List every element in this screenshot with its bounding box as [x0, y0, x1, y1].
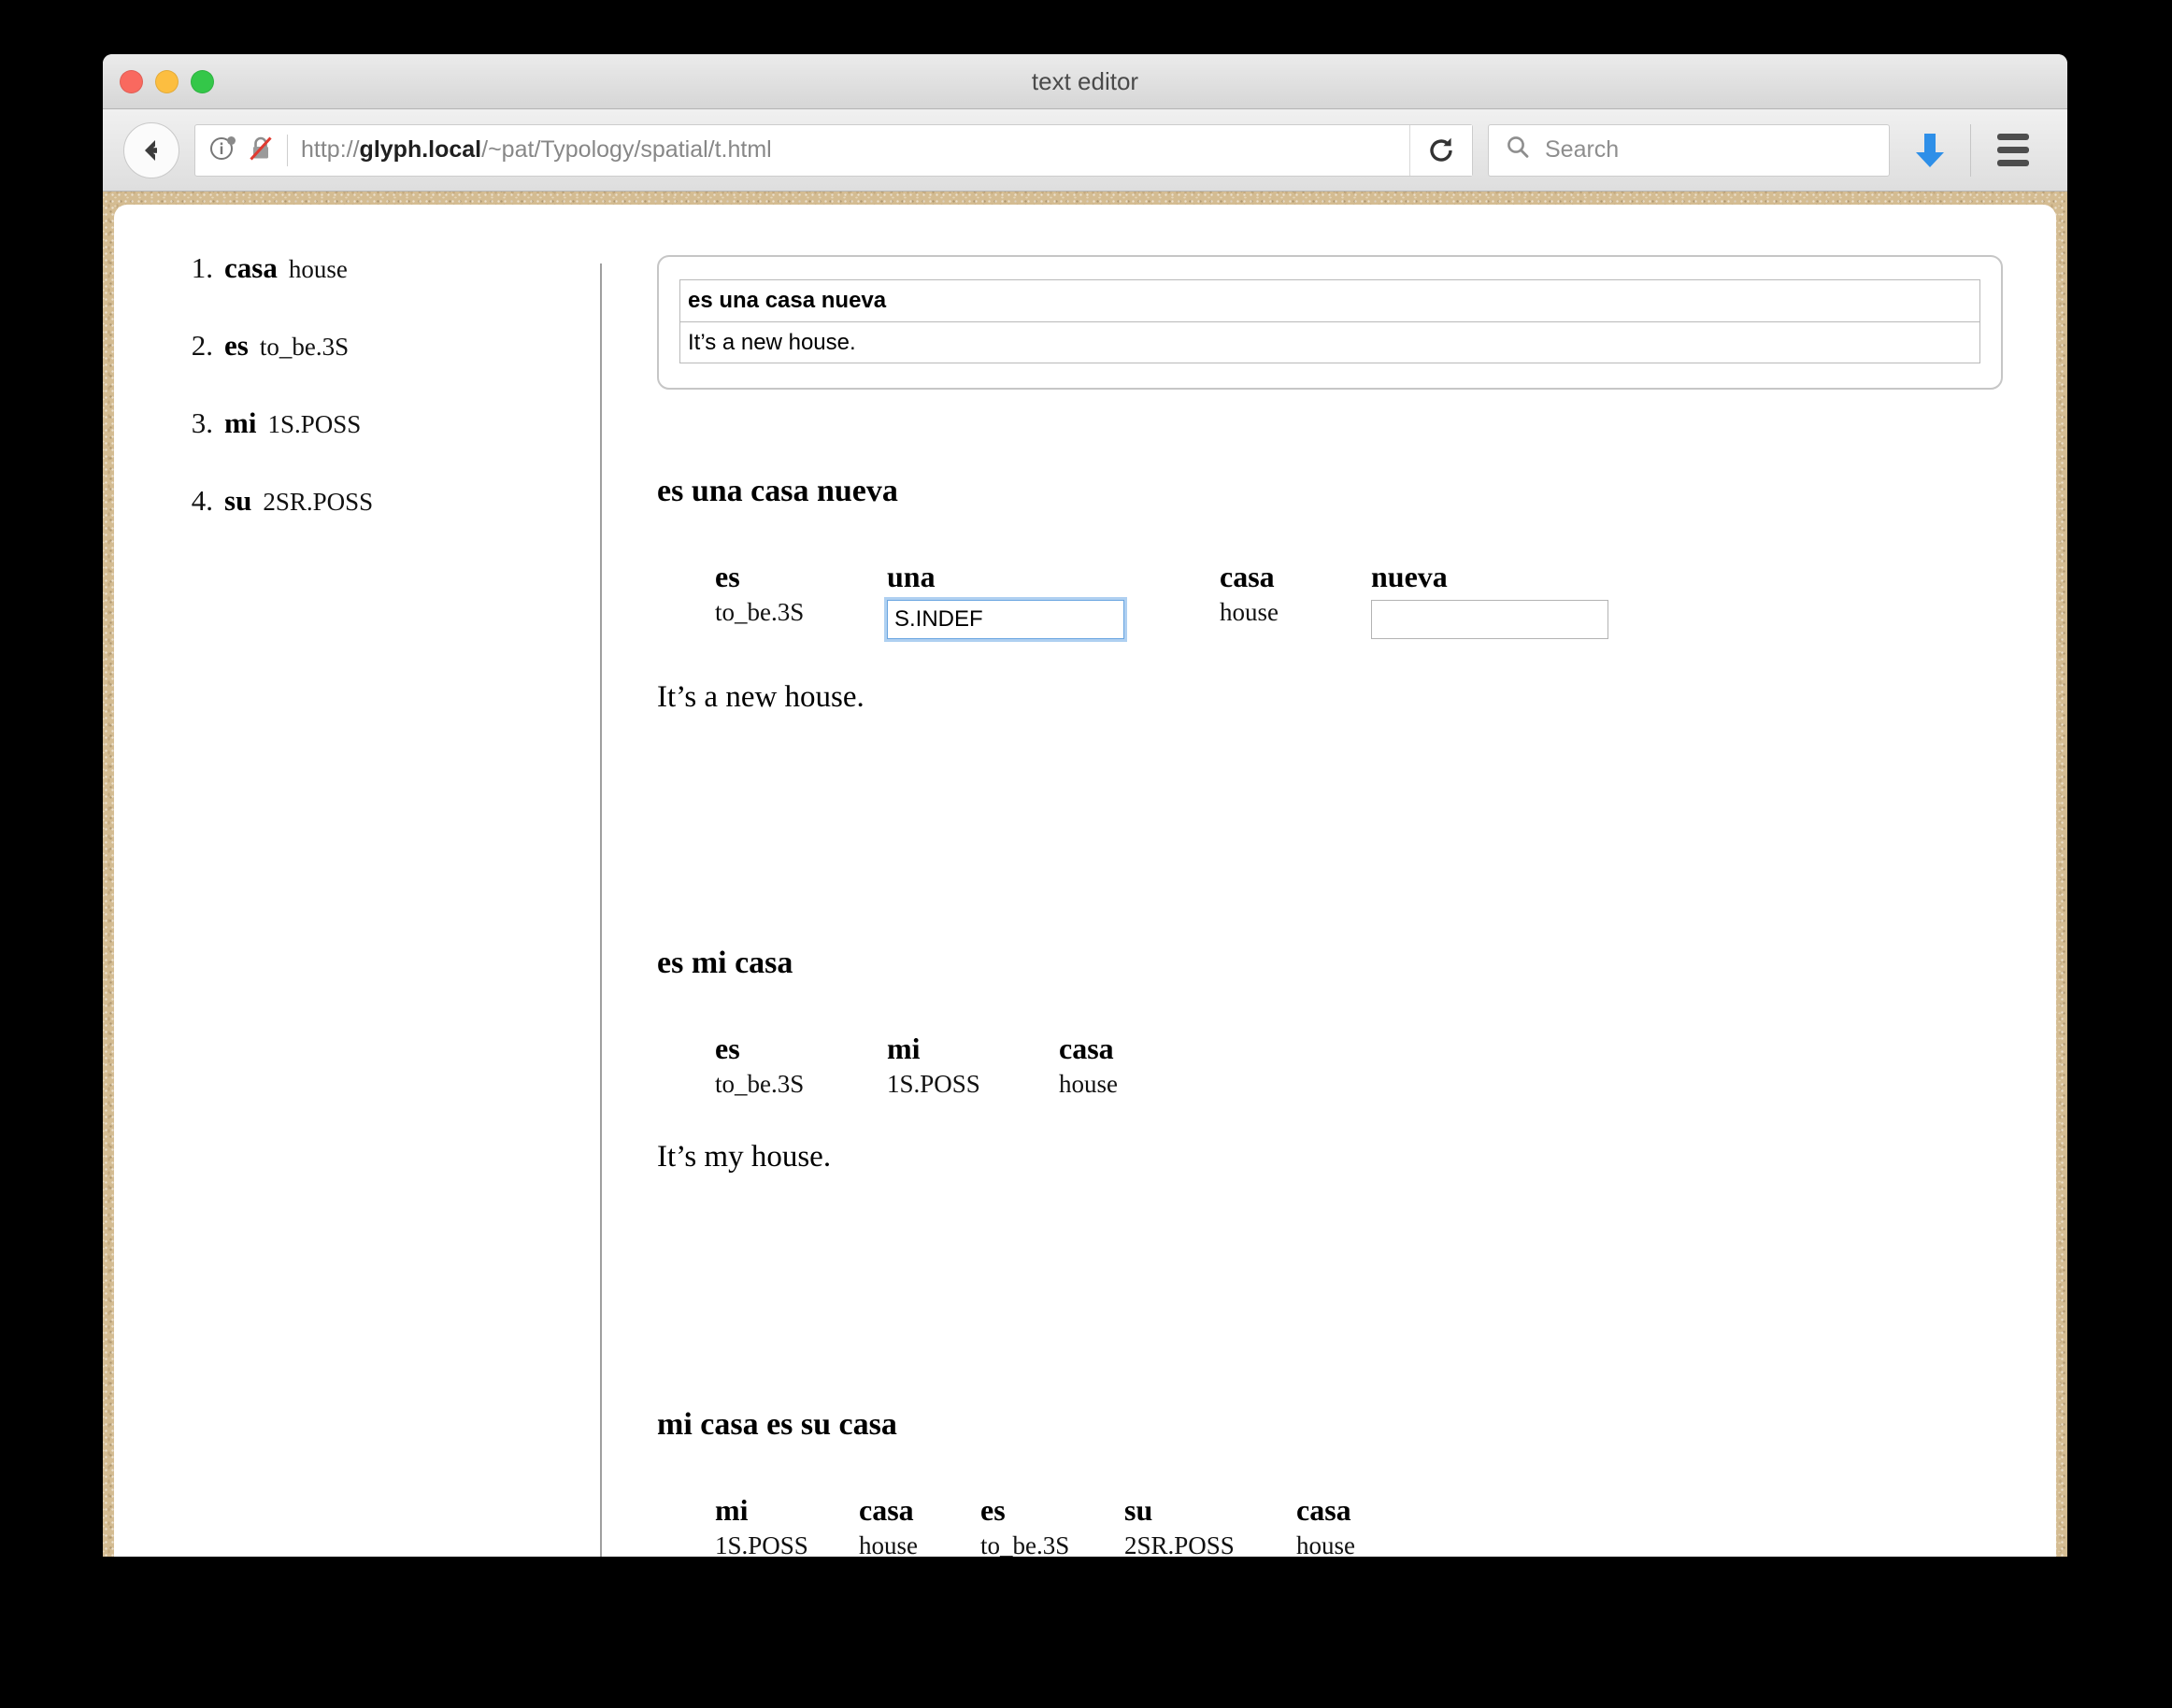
browser-window: text editor http://glyph.local/~pat/Typo…: [103, 54, 2067, 1557]
window-title: text editor: [1031, 67, 1139, 95]
gloss-word: casa: [859, 1493, 914, 1527]
gloss-cell: es to_be.3S: [980, 1493, 1093, 1557]
search-input[interactable]: Search: [1545, 136, 1619, 164]
gloss-tag: 1S.POSS: [887, 1069, 980, 1098]
example-block: es mi casa es to_be.3S mi 1S.POSS casa h…: [657, 946, 2003, 1174]
gloss-tag: to_be.3S: [980, 1530, 1070, 1557]
gloss-word: una: [887, 560, 936, 593]
url-path: /~pat/Typology/spatial/t.html: [481, 136, 772, 163]
gloss-tag: house: [859, 1530, 918, 1557]
url-text[interactable]: http://glyph.local/~pat/Typology/spatial…: [301, 136, 1409, 164]
lexicon-item-form: mi: [224, 406, 257, 439]
back-button[interactable]: [123, 121, 179, 178]
download-arrow-icon[interactable]: [1890, 130, 1970, 171]
lexicon-item-gloss: 2SR.POSS: [263, 488, 374, 516]
lexicon-item-gloss: house: [288, 255, 348, 283]
column-divider: [600, 263, 602, 1557]
broken-lock-icon[interactable]: [246, 133, 276, 167]
gloss-word: casa: [1296, 1493, 1351, 1527]
address-bar-separator: [287, 134, 288, 166]
gloss-cell: una: [887, 560, 1188, 639]
editor-source-input[interactable]: [679, 279, 1980, 321]
lexicon-item-gloss: to_be.3S: [259, 333, 350, 361]
gloss-cell: casa house: [1296, 1493, 1386, 1557]
document-sheet: 1. casa house 2. es to_be.3S 3. mi 1S.PO…: [114, 205, 2056, 1557]
gloss-tag: to_be.3S: [715, 597, 805, 626]
gloss-tag: to_be.3S: [715, 1069, 805, 1098]
hamburger-menu-icon[interactable]: [1971, 134, 2055, 166]
list-item[interactable]: 4. su 2SR.POSS: [163, 484, 574, 518]
gloss-cell: es to_be.3S: [715, 1032, 855, 1099]
gloss-cell: casa house: [1220, 560, 1309, 627]
gloss-cell: casa house: [859, 1493, 949, 1557]
gloss-cell: nueva: [1371, 560, 1608, 639]
editor-translation-input[interactable]: [679, 321, 1980, 363]
gloss-tag: 1S.POSS: [715, 1530, 808, 1557]
lexicon-item-number: 1.: [191, 251, 213, 284]
lexicon-item-number: 2.: [191, 329, 213, 362]
list-item[interactable]: 1. casa house: [163, 251, 574, 285]
lexicon-item-form: es: [224, 329, 249, 362]
hamburger-line: [1997, 134, 2029, 140]
window-titlebar: text editor: [103, 54, 2067, 109]
url-host: glyph.local: [359, 136, 482, 163]
hamburger-line: [1997, 160, 2029, 166]
gloss-tag: 2SR.POSS: [1124, 1530, 1235, 1557]
gloss-row: mi 1S.POSS casa house es to_be.3S su 2SR…: [715, 1493, 2003, 1557]
lexicon-item-number: 4.: [191, 484, 213, 517]
gloss-row: es to_be.3S una casa house: [715, 560, 2003, 639]
hamburger-line: [1997, 147, 2029, 153]
gloss-tag: house: [1059, 1069, 1118, 1098]
site-identity-group: [208, 133, 276, 167]
url-scheme: http://: [301, 136, 360, 163]
lexicon-item-form: casa: [224, 251, 278, 284]
list-item[interactable]: 3. mi 1S.POSS: [163, 406, 574, 440]
gloss-word: mi: [715, 1493, 749, 1527]
example-title: mi casa es su casa: [657, 1407, 897, 1442]
gloss-row: es to_be.3S mi 1S.POSS casa house: [715, 1032, 2003, 1099]
browser-toolbar: http://glyph.local/~pat/Typology/spatial…: [103, 109, 2067, 192]
lexicon-list: 1. casa house 2. es to_be.3S 3. mi 1S.PO…: [163, 251, 574, 562]
example-block: mi casa es su casa mi 1S.POSS casa house: [657, 1407, 2003, 1557]
gloss-word: nueva: [1371, 560, 1448, 593]
example-title: es mi casa: [657, 946, 793, 980]
gloss-cell: mi 1S.POSS: [715, 1493, 827, 1557]
gloss-cell: mi 1S.POSS: [887, 1032, 1027, 1099]
gloss-cell: casa house: [1059, 1032, 1149, 1099]
example-translation: It’s a new house.: [657, 679, 865, 714]
lexicon-item-form: su: [224, 484, 252, 517]
search-icon: [1504, 134, 1532, 166]
lexicon-item-gloss: 1S.POSS: [267, 410, 362, 438]
example-title: es una casa nueva: [657, 474, 898, 508]
reload-button[interactable]: [1409, 124, 1472, 176]
gloss-word: casa: [1220, 560, 1275, 593]
gloss-word: es: [715, 560, 740, 593]
example-translation: It’s my house.: [657, 1140, 832, 1174]
gloss-word: casa: [1059, 1032, 1114, 1065]
gloss-cell: es to_be.3S: [715, 560, 855, 627]
glossing-document: 1. casa house 2. es to_be.3S 3. mi 1S.PO…: [114, 205, 2056, 1557]
sentence-editor-card: [657, 255, 2003, 390]
gloss-cell: su 2SR.POSS: [1124, 1493, 1265, 1557]
list-item[interactable]: 2. es to_be.3S: [163, 329, 574, 363]
search-box[interactable]: Search: [1488, 123, 1890, 177]
hamburger-lines: [1997, 134, 2029, 166]
gloss-word: su: [1124, 1493, 1153, 1527]
gloss-tag: house: [1220, 597, 1279, 626]
gloss-word: es: [980, 1493, 1006, 1527]
gloss-tag-input[interactable]: [887, 599, 1124, 639]
gloss-word: mi: [887, 1032, 921, 1065]
info-circle-icon[interactable]: [208, 133, 238, 167]
gloss-tag: house: [1296, 1530, 1355, 1557]
examples-column: es una casa nueva es to_be.3S una: [631, 205, 2056, 1557]
page-viewport: 1. casa house 2. es to_be.3S 3. mi 1S.PO…: [103, 192, 2067, 1557]
example-block: es una casa nueva es to_be.3S una S.INDE…: [657, 474, 2003, 715]
gloss-tag-input[interactable]: [1371, 599, 1608, 639]
lexicon-item-number: 3.: [191, 406, 213, 439]
gloss-word: es: [715, 1032, 740, 1065]
address-bar[interactable]: http://glyph.local/~pat/Typology/spatial…: [194, 123, 1473, 177]
